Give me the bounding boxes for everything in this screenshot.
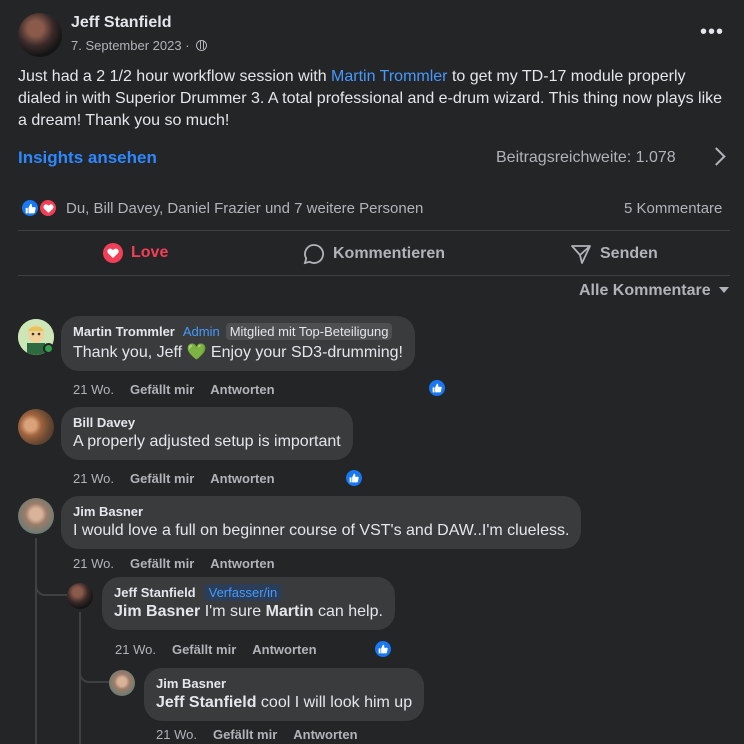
comment-reply-button[interactable]: Antworten [293, 727, 357, 742]
comment-text-mid: I'm sure [200, 603, 266, 620]
comment-text: I would love a full on beginner course o… [73, 522, 570, 539]
divider [18, 275, 730, 276]
reactors-list[interactable]: Du, Bill Davey, Daniel Frazier und 7 wei… [66, 200, 423, 217]
comment-reply-button[interactable]: Antworten [210, 556, 274, 571]
insights-link[interactable]: Insights ansehen [18, 148, 157, 168]
post-date-text: 7. September 2023 · [71, 38, 190, 53]
commenter-avatar[interactable] [18, 498, 54, 534]
comment-count[interactable]: 5 Kommentare [624, 200, 722, 217]
comment-meta: 21 Wo. Gefällt mir Antworten [73, 471, 275, 486]
comment-like-button[interactable]: Gefällt mir [130, 382, 194, 397]
comment-like-button[interactable]: Gefällt mir [130, 556, 194, 571]
comment-meta: 21 Wo. Gefällt mir Antworten [73, 556, 275, 571]
post-date[interactable]: 7. September 2023 · [71, 38, 208, 53]
comment-like-count-icon[interactable] [427, 378, 447, 398]
send-button[interactable]: Senden [570, 243, 658, 265]
post-text: Just had a 2 1/2 hour workflow session w… [18, 66, 730, 132]
comment-like-button[interactable]: Gefällt mir [130, 471, 194, 486]
comment-reply-button[interactable]: Antworten [210, 382, 274, 397]
comment-author-name[interactable]: Bill Davey [73, 415, 341, 430]
like-reaction-icon[interactable] [20, 198, 40, 218]
comment-text: Jim Basner I'm sure Martin can help. [114, 603, 383, 621]
comment-bubble: Jeff Stanfield Verfasser/in Jim Basner I'… [102, 577, 395, 630]
comment-time[interactable]: 21 Wo. [73, 471, 114, 486]
tagged-user-link[interactable]: Jim Basner [114, 603, 200, 620]
caret-down-icon [718, 287, 729, 293]
online-status-icon [43, 343, 54, 354]
comment-text: A properly adjusted setup is important [73, 433, 341, 450]
admin-badge: Admin [182, 324, 220, 339]
thread-branch [79, 665, 109, 683]
comment-reply-button[interactable]: Antworten [252, 642, 316, 657]
comment-author-name[interactable]: Jim Basner [73, 504, 569, 519]
mention-link[interactable]: Martin Trommler [331, 68, 447, 85]
comment-reply-button[interactable]: Antworten [210, 471, 274, 486]
comment-like-button[interactable]: Gefällt mir [213, 727, 277, 742]
comment-meta: 21 Wo. Gefällt mir Antworten [115, 642, 317, 657]
thread-branch [35, 578, 67, 596]
commenter-avatar[interactable] [109, 670, 135, 696]
send-icon [571, 245, 591, 264]
comment-time[interactable]: 21 Wo. [73, 556, 114, 571]
comment-like-count-icon[interactable] [373, 639, 393, 659]
comment-author: Martin Trommler Admin Mitglied mit Top-Bet… [73, 323, 403, 340]
more-options-button[interactable]: ••• [700, 22, 724, 42]
commenter-avatar[interactable] [18, 409, 54, 445]
comment-text: Thank you, Jeff 💚 Enjoy your SD3-drummin… [73, 344, 403, 361]
comment-author: Jeff Stanfield Verfasser/in [114, 584, 383, 601]
author-name[interactable]: Jeff Stanfield [71, 14, 171, 32]
love-reaction-icon[interactable] [38, 198, 58, 218]
comment-button[interactable]: Kommentieren [303, 243, 445, 265]
post-text-start: Just had a 2 1/2 hour workflow session w… [18, 68, 332, 85]
comment-sort-dropdown[interactable]: Alle Kommentare [579, 282, 729, 300]
top-contributor-badge: Mitglied mit Top-Beteiligung [225, 323, 393, 340]
tagged-user-link[interactable]: Jeff Stanfield [156, 694, 256, 711]
heart-icon [103, 243, 123, 263]
comment-bubble-icon [303, 244, 324, 265]
comment-meta: 21 Wo. Gefällt mir Antworten [156, 727, 358, 742]
comment-author-name[interactable]: Martin Trommler [73, 324, 175, 339]
audience-group-icon [196, 40, 208, 51]
comment-bubble: Jim Basner I would love a full on beginn… [61, 496, 582, 549]
thread-line [35, 538, 37, 744]
author-avatar[interactable] [18, 13, 62, 57]
comment-time[interactable]: 21 Wo. [115, 642, 156, 657]
commenter-avatar[interactable] [67, 583, 93, 609]
comment-time[interactable]: 21 Wo. [156, 727, 197, 742]
love-label: Love [131, 244, 169, 261]
comment-like-button[interactable]: Gefällt mir [172, 642, 236, 657]
comment-text-end: cool I will look him up [256, 694, 413, 711]
comment-meta: 21 Wo. Gefällt mir Antworten [73, 382, 275, 397]
comment-text-end: can help. [313, 603, 383, 620]
comment-author-name[interactable]: Jeff Stanfield [114, 585, 196, 600]
chevron-right-icon[interactable] [707, 147, 726, 166]
post-reach[interactable]: Beitragsreichweite: 1.078 [496, 149, 676, 167]
divider [18, 230, 730, 231]
author-badge: Verfasser/in [203, 584, 283, 601]
comment-bubble: Bill Davey A properly adjusted setup is … [61, 407, 353, 460]
comment-label: Kommentieren [333, 245, 446, 262]
comment-time[interactable]: 21 Wo. [73, 382, 114, 397]
comment-bubble: Jim Basner Jeff Stanfield cool I will lo… [144, 668, 425, 721]
comment-author-name[interactable]: Jim Basner [156, 676, 412, 691]
sort-label: Alle Kommentare [579, 282, 711, 299]
tagged-user-link[interactable]: Martin [266, 603, 314, 620]
comment-text: Jeff Stanfield cool I will look him up [156, 694, 412, 712]
comment-bubble: Martin Trommler Admin Mitglied mit Top-Bet… [61, 316, 415, 371]
comment-like-count-icon[interactable] [344, 468, 364, 488]
send-label: Senden [600, 245, 658, 262]
love-button[interactable]: Love [103, 243, 168, 263]
